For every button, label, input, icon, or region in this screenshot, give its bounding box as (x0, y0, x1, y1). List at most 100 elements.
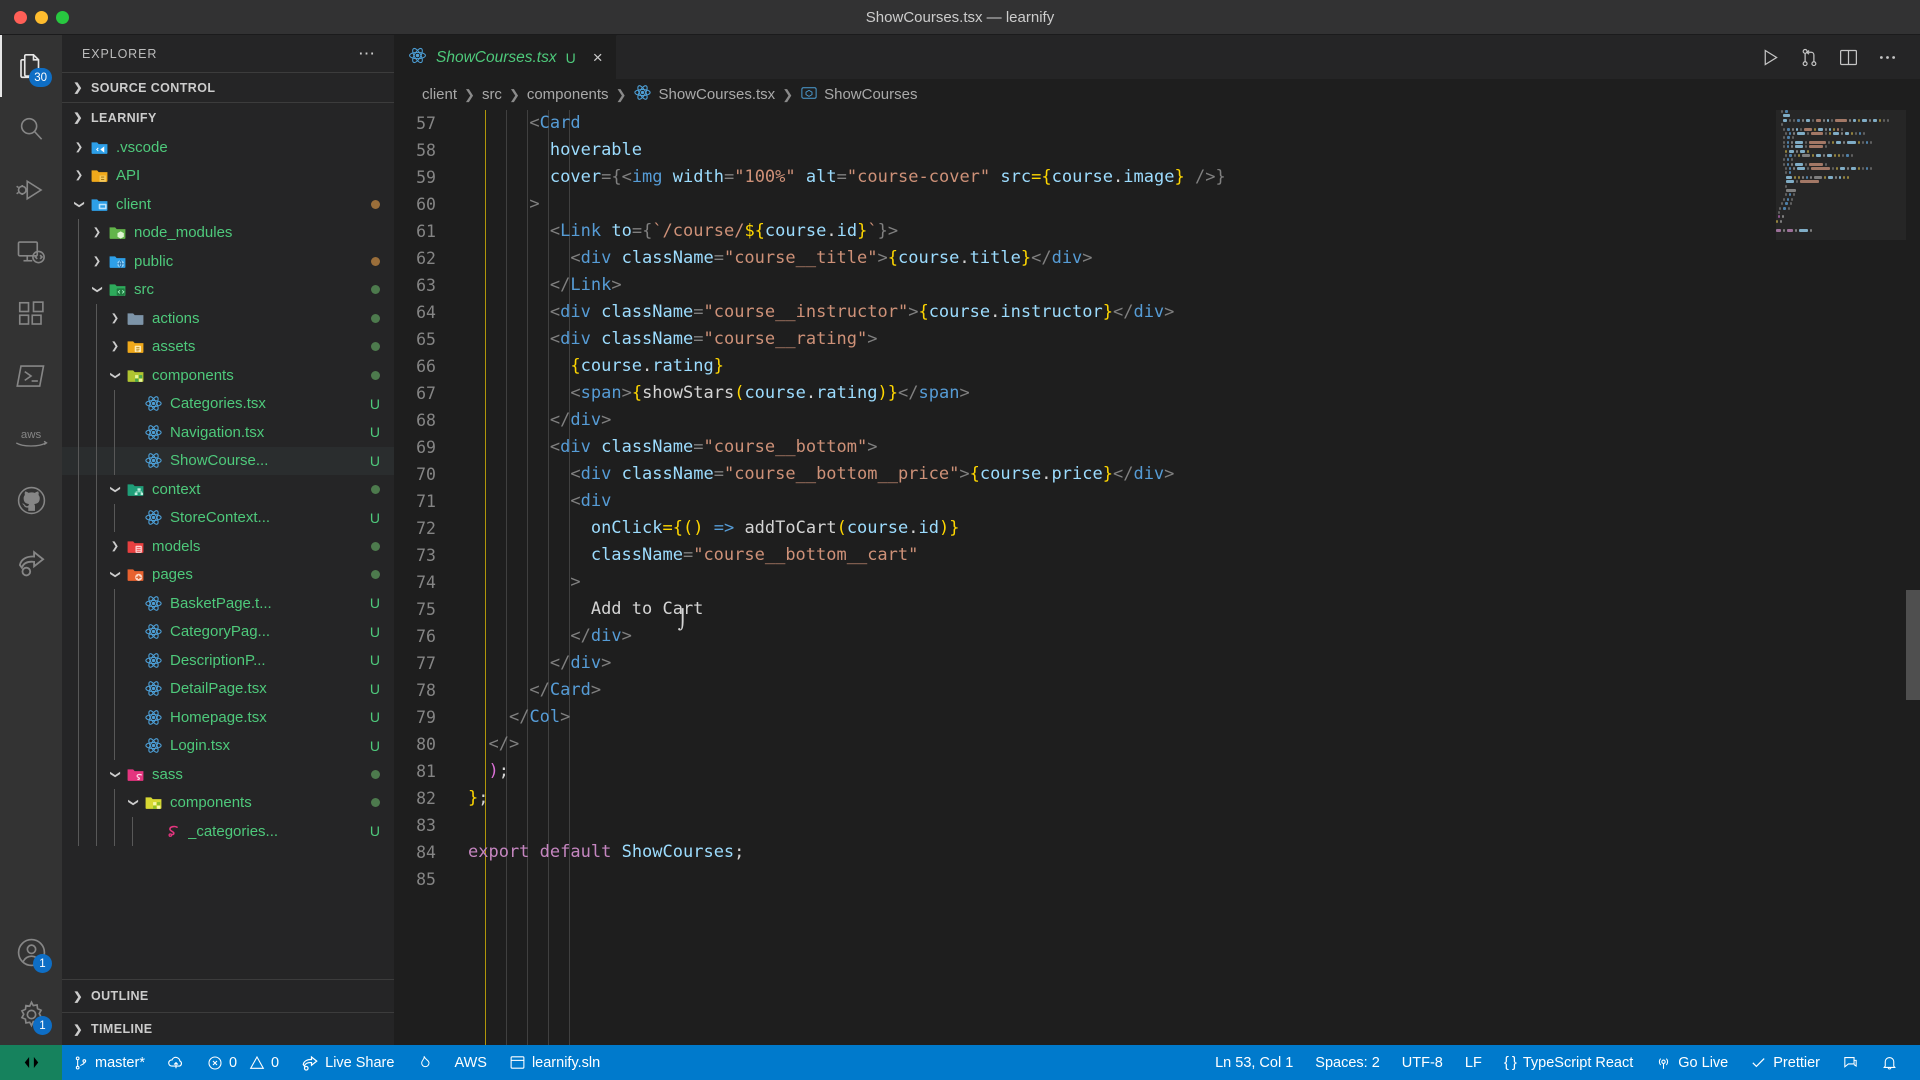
close-window-button[interactable] (14, 10, 27, 24)
chevron-right-icon[interactable]: ❯ (70, 170, 88, 181)
code-line[interactable]: 57 <Card (394, 110, 1920, 137)
minimize-window-button[interactable] (35, 10, 48, 24)
tree-item[interactable]: ShowCourse... U (62, 446, 394, 475)
chevron-right-icon[interactable]: ❯ (88, 256, 106, 267)
code-line[interactable]: 63 </Link> (394, 272, 1920, 299)
code-line[interactable]: 59 cover={<img width="100%" alt="course-… (394, 164, 1920, 191)
code-line[interactable]: 68 </div> (394, 407, 1920, 434)
section-source-control[interactable]: ❯ SOURCE CONTROL (62, 72, 394, 102)
activity-remote-explorer[interactable] (0, 221, 62, 283)
code-line[interactable]: 72 onClick={() => addToCart(course.id)} (394, 515, 1920, 542)
section-project[interactable]: ❯ LEARNIFY (62, 102, 394, 132)
code-line[interactable]: 65 <div className="course__rating"> (394, 326, 1920, 353)
section-timeline[interactable]: ❯ TIMELINE (62, 1012, 394, 1045)
code-line[interactable]: 83 (394, 812, 1920, 839)
tree-item[interactable]: ❯ components (62, 361, 394, 390)
code-line[interactable]: 69 <div className="course__bottom"> (394, 434, 1920, 461)
code-line[interactable]: 75 Add to Cart (394, 596, 1920, 623)
tree-item[interactable]: ❯ pages (62, 560, 394, 589)
tree-item[interactable]: Login.tsx U (62, 731, 394, 760)
code-line[interactable]: 77 </div> (394, 650, 1920, 677)
chevron-right-icon[interactable]: ❯ (106, 341, 124, 352)
tree-item[interactable]: ❯ actions (62, 304, 394, 333)
chevron-right-icon[interactable]: ❯ (70, 142, 88, 153)
code-line[interactable]: 62 <div className="course__title">{cours… (394, 245, 1920, 272)
tree-item[interactable]: ❯ assets (62, 332, 394, 361)
explorer-more-icon[interactable]: ⋯ (358, 44, 384, 64)
status-branch[interactable]: master* (62, 1045, 156, 1080)
tree-item[interactable]: DescriptionP... U (62, 646, 394, 675)
breadcrumb-item[interactable]: src (482, 86, 502, 103)
chevron-down-icon[interactable]: ❯ (106, 769, 124, 780)
tree-item[interactable]: Homepage.tsx U (62, 703, 394, 732)
tree-item[interactable]: ❯ .vscode (62, 133, 394, 162)
chevron-down-icon[interactable]: ❯ (106, 484, 124, 495)
ellipsis-icon[interactable] (1877, 47, 1898, 68)
code-line[interactable]: 67 <span>{showStars(course.rating)}</spa… (394, 380, 1920, 407)
tab-showcourses[interactable]: ShowCourses.tsx U × (394, 35, 617, 79)
code-line[interactable]: 58 hoverable (394, 137, 1920, 164)
breadcrumb-item[interactable]: client (422, 86, 457, 103)
status-aws[interactable]: AWS (443, 1045, 498, 1080)
file-tree[interactable]: ❯ .vscode ❯ API ❯ client ❯ node_modules ❯ public ❯… (62, 132, 394, 979)
activity-accounts[interactable]: 1 (0, 921, 62, 983)
source-control-icon[interactable] (1799, 47, 1820, 68)
status-sync[interactable] (156, 1045, 196, 1080)
code-line[interactable]: 71 <div (394, 488, 1920, 515)
activity-search[interactable] (0, 97, 62, 159)
breadcrumb-item[interactable]: ShowCourses.tsx (633, 83, 775, 106)
section-outline[interactable]: ❯ OUTLINE (62, 979, 394, 1012)
split-editor-icon[interactable] (1838, 47, 1859, 68)
code-line[interactable]: 78 </Card> (394, 677, 1920, 704)
code-line[interactable]: 70 <div className="course__bottom__price… (394, 461, 1920, 488)
chevron-down-icon[interactable]: ❯ (88, 284, 106, 295)
tree-item[interactable]: ❯ models (62, 532, 394, 561)
chevron-right-icon[interactable]: ❯ (106, 313, 124, 324)
activity-aws[interactable]: aws (0, 407, 62, 469)
status-live-share[interactable]: Live Share (290, 1045, 405, 1080)
chevron-down-icon[interactable]: ❯ (106, 370, 124, 381)
status-prettier[interactable]: Prettier (1739, 1045, 1831, 1080)
tree-item[interactable]: CategoryPag... U (62, 617, 394, 646)
tree-item[interactable]: _categories... U (62, 817, 394, 846)
code-line[interactable]: 74 > (394, 569, 1920, 596)
activity-github[interactable] (0, 469, 62, 531)
status-encoding[interactable]: UTF-8 (1391, 1045, 1454, 1080)
status-solution[interactable]: learnify.sln (498, 1045, 611, 1080)
close-icon[interactable]: × (593, 49, 603, 66)
chevron-right-icon[interactable]: ❯ (106, 541, 124, 552)
code-line[interactable]: 66 {course.rating} (394, 353, 1920, 380)
remote-indicator[interactable] (0, 1045, 62, 1080)
code-line[interactable]: 60 > (394, 191, 1920, 218)
tree-item[interactable]: DetailPage.tsx U (62, 674, 394, 703)
code-editor[interactable]: 57 <Card 58 hoverable 59 cover={<img width… (394, 110, 1920, 1045)
activity-powershell[interactable] (0, 345, 62, 407)
code-line[interactable]: 64 <div className="course__instructor">{… (394, 299, 1920, 326)
chevron-down-icon[interactable]: ❯ (106, 569, 124, 580)
run-icon[interactable] (1760, 47, 1781, 68)
code-line[interactable]: 80 </> (394, 731, 1920, 758)
tree-item[interactable]: ❯ public (62, 247, 394, 276)
code-line[interactable]: 84 export default ShowCourses; (394, 839, 1920, 866)
breadcrumb-item[interactable]: components (527, 86, 609, 103)
code-line[interactable]: 85 (394, 866, 1920, 893)
activity-settings[interactable]: 1 (0, 983, 62, 1045)
status-notifications[interactable] (1870, 1045, 1920, 1080)
code-line[interactable]: 81 ); (394, 758, 1920, 785)
chevron-down-icon[interactable]: ❯ (70, 199, 88, 210)
code-line[interactable]: 82}; (394, 785, 1920, 812)
chevron-down-icon[interactable]: ❯ (124, 797, 142, 808)
activity-explorer[interactable]: 30 (0, 35, 62, 97)
status-flame[interactable] (405, 1045, 443, 1080)
tree-item[interactable]: ❯ client (62, 190, 394, 219)
tree-item[interactable]: StoreContext... U (62, 503, 394, 532)
window-controls[interactable] (0, 10, 69, 24)
tree-item[interactable]: BasketPage.t... U (62, 589, 394, 618)
tree-item[interactable]: ❯ context (62, 475, 394, 504)
tree-item[interactable]: ❯ sass (62, 760, 394, 789)
status-problems[interactable]: 0 0 (196, 1045, 290, 1080)
tree-item[interactable]: ❯ API (62, 162, 394, 191)
chevron-right-icon[interactable]: ❯ (88, 227, 106, 238)
status-language-mode[interactable]: { } TypeScript React (1493, 1045, 1644, 1080)
maximize-window-button[interactable] (56, 10, 69, 24)
